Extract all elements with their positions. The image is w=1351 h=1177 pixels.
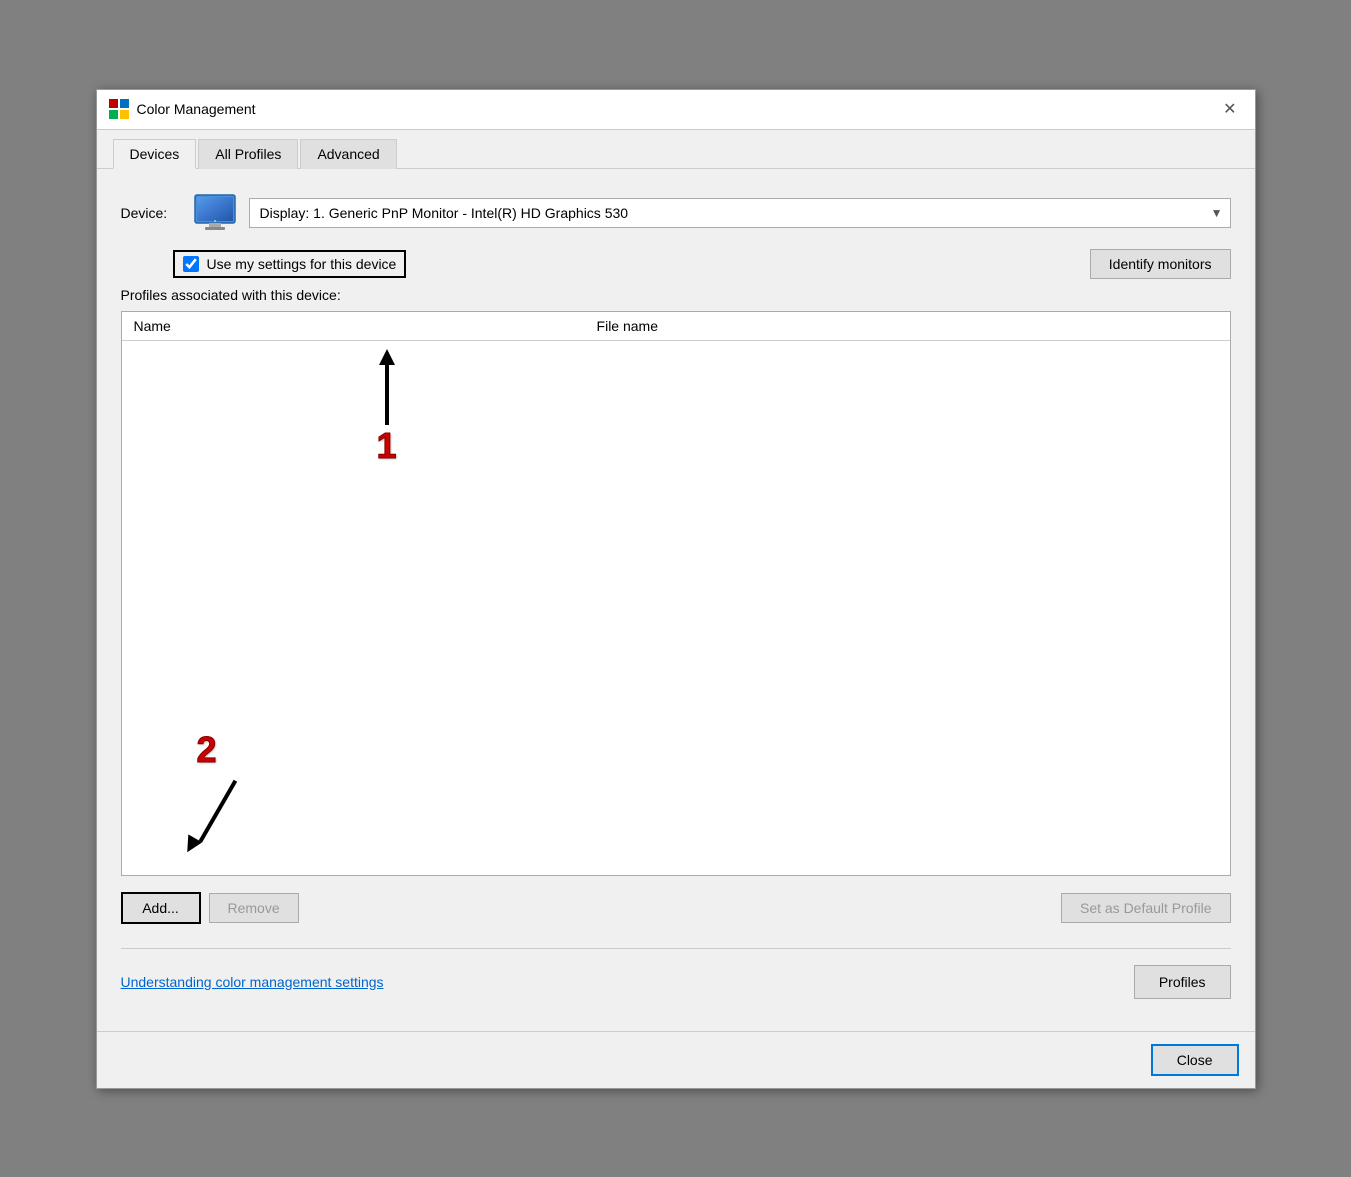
device-row: Device: Display: 1. Generic PnP Monitor … xyxy=(121,193,1231,233)
profiles-table-wrapper: Name File name xyxy=(121,311,1231,876)
footer: Understanding color management settings … xyxy=(121,957,1231,1007)
profiles-associated-label-row: Profiles associated with this device: xyxy=(121,287,1231,303)
close-dialog-button[interactable]: Close xyxy=(1151,1044,1239,1076)
table-header-row: Name File name xyxy=(122,312,1230,341)
title-bar-left: Color Management xyxy=(109,99,256,119)
bottom-bar: Close xyxy=(97,1031,1255,1088)
color-management-window: Color Management ✕ Devices All Profiles … xyxy=(96,89,1256,1089)
profiles-button[interactable]: Profiles xyxy=(1134,965,1231,999)
app-icon xyxy=(109,99,129,119)
use-settings-checkbox-wrapper[interactable]: Use my settings for this device xyxy=(173,250,407,278)
tab-devices[interactable]: Devices xyxy=(113,139,197,169)
identify-monitors-button[interactable]: Identify monitors xyxy=(1090,249,1231,279)
tab-advanced[interactable]: Advanced xyxy=(300,139,396,169)
tab-all-profiles[interactable]: All Profiles xyxy=(198,139,298,169)
title-bar: Color Management ✕ xyxy=(97,90,1255,130)
monitor-icon xyxy=(193,193,237,233)
add-button[interactable]: Add... xyxy=(121,892,201,924)
profiles-table: Name File name xyxy=(122,312,1230,341)
button-row: Add... Remove Set as Default Profile xyxy=(121,892,1231,924)
window-close-button[interactable]: ✕ xyxy=(1217,97,1242,121)
window-title: Color Management xyxy=(137,101,256,117)
footer-divider xyxy=(121,948,1231,949)
device-dropdown-wrapper: Display: 1. Generic PnP Monitor - Intel(… xyxy=(249,198,1231,228)
checkbox-area: Use my settings for this device xyxy=(173,250,407,278)
remove-button[interactable]: Remove xyxy=(209,893,299,923)
profiles-associated-label: Profiles associated with this device: xyxy=(121,287,341,303)
use-settings-label[interactable]: Use my settings for this device xyxy=(207,256,397,272)
content-area: Device: Display: 1. Generic PnP Monitor … xyxy=(97,169,1255,1031)
understanding-color-mgmt-link[interactable]: Understanding color management settings xyxy=(121,974,384,990)
tab-bar: Devices All Profiles Advanced xyxy=(97,130,1255,169)
set-default-profile-button[interactable]: Set as Default Profile xyxy=(1061,893,1231,923)
device-select[interactable]: Display: 1. Generic PnP Monitor - Intel(… xyxy=(249,198,1231,228)
col-filename: File name xyxy=(585,312,1230,341)
use-settings-checkbox[interactable] xyxy=(183,256,199,272)
checkbox-identify-row: Use my settings for this device Identify… xyxy=(121,249,1231,279)
col-name: Name xyxy=(122,312,585,341)
device-label: Device: xyxy=(121,205,181,221)
